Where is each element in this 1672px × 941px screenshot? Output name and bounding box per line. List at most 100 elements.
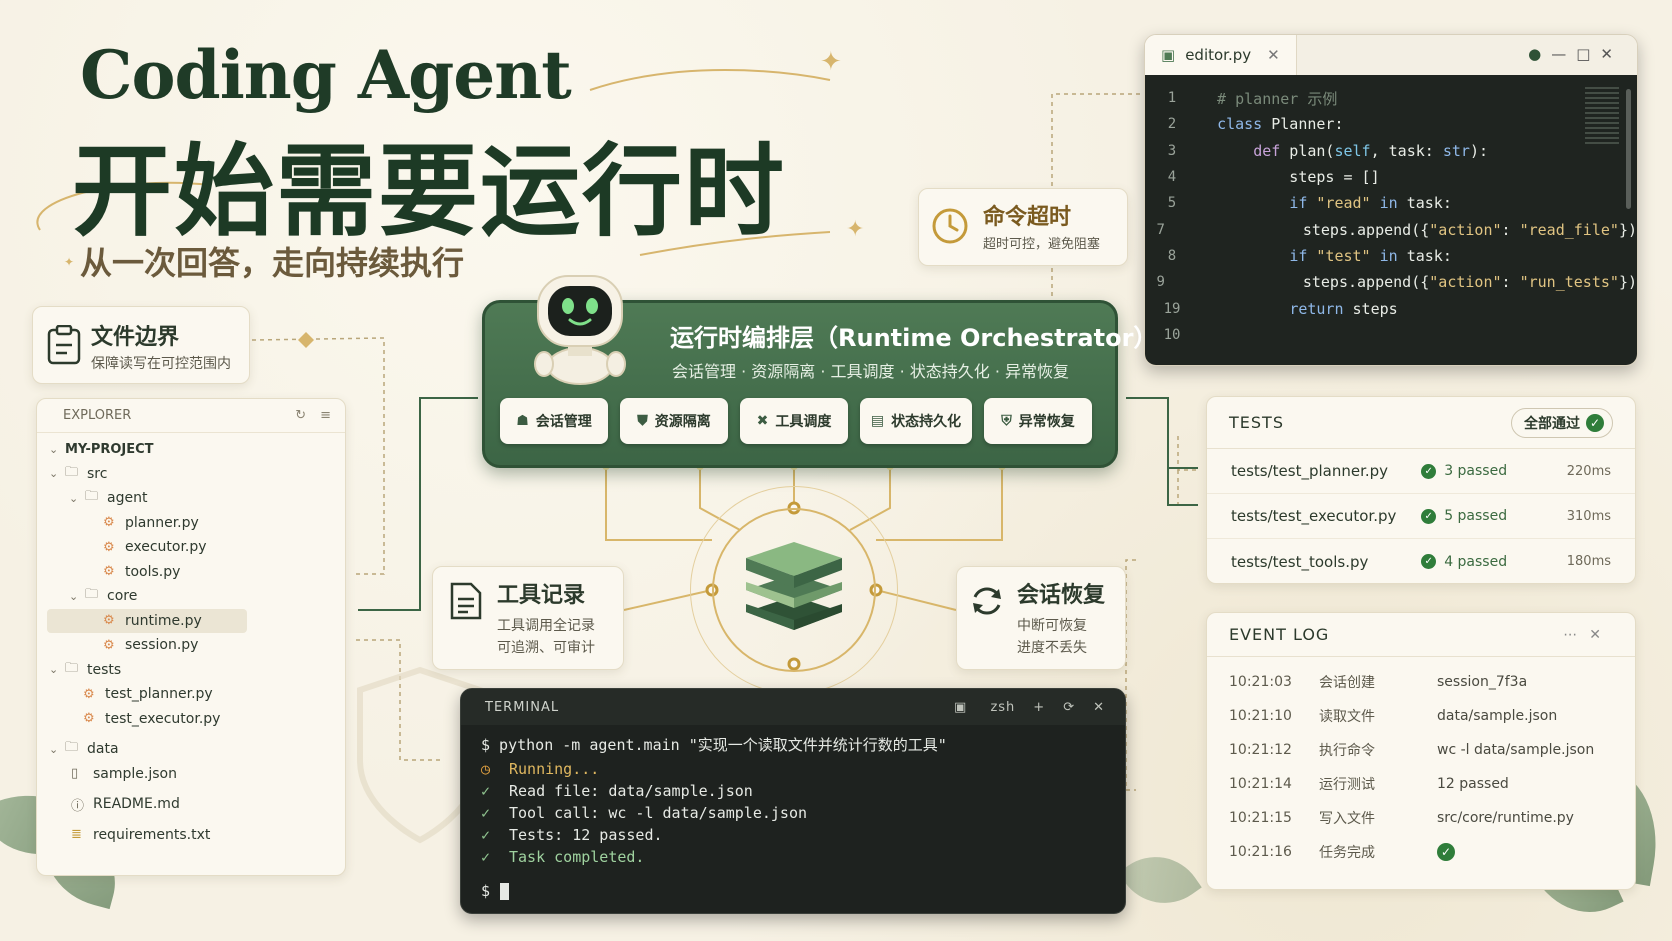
tree-item-data[interactable]: ⌄ 🗀 data: [47, 737, 339, 762]
event-action: 会话创建: [1319, 675, 1375, 691]
tool-record-subtitle-1: 工具调用全记录: [497, 618, 595, 634]
project-name: MY-PROJECT: [65, 441, 154, 457]
tree-item-executor-py[interactable]: ⚙ executor.py: [47, 535, 339, 560]
chevron-down-icon: ⌄: [69, 491, 79, 505]
close-icon[interactable]: ✕: [1589, 627, 1613, 643]
tree-item-tools-py[interactable]: ⚙ tools.py: [47, 560, 339, 585]
tree-item-sample-json[interactable]: ▯ sample.json: [47, 762, 339, 787]
tree-item-session-py[interactable]: ⚙ session.py: [47, 633, 339, 658]
file-icon: ▣: [1161, 46, 1176, 64]
tree-item-label: src: [87, 465, 108, 482]
code-line: 4 steps = []: [1145, 164, 1637, 190]
event-action: 读取文件: [1319, 709, 1375, 725]
session-recovery-card: 会话恢复 中断可恢复 进度不丢失: [956, 566, 1126, 670]
tree-item-core[interactable]: ⌄ 🗀 core: [47, 584, 339, 609]
explorer-project-root[interactable]: ⌄ MY-PROJECT: [47, 437, 339, 462]
tests-header: TESTS 全部通过 ✓: [1207, 397, 1635, 449]
code-line: 9 steps.append({"action": "run_tests"}): [1145, 269, 1637, 295]
line-number: 19: [1163, 300, 1181, 317]
event-log-panel: EVENT LOG ⋯✕ 10:21:03 会话创建 session_7f3a 10…: [1206, 612, 1636, 890]
terminal-command: $ python -m agent.main "实现一个读取文件并统计行数的工具…: [481, 735, 947, 754]
clock-icon: [931, 207, 969, 249]
maximize-icon[interactable]: □: [1576, 45, 1600, 63]
line-number: 7: [1156, 221, 1165, 238]
more-options-icon[interactable]: ⋯: [1563, 627, 1589, 643]
tree-item-label: sample.json: [93, 765, 177, 782]
tree-item-agent[interactable]: ⌄ 🗀 agent: [47, 486, 339, 511]
refresh-icon[interactable]: ↻: [295, 408, 306, 423]
tree-item-src[interactable]: ⌄ 🗀 src: [47, 462, 339, 487]
tree-item-test-planner-py[interactable]: ⚙ test_planner.py: [47, 682, 339, 707]
tool-record-subtitle-2: 可追溯、可审计: [497, 640, 595, 656]
test-duration: 180ms: [1566, 554, 1611, 569]
code-line: 10: [1145, 322, 1637, 348]
code-line: 7 steps.append({"action": "read_file"}): [1145, 216, 1637, 242]
tree-item-runtime-py[interactable]: ⚙ runtime.py: [47, 608, 247, 633]
minimize-icon[interactable]: —: [1551, 45, 1576, 63]
session-management-button[interactable]: ☗ 会话管理: [500, 398, 608, 444]
add-terminal-icon[interactable]: +: [1033, 700, 1045, 715]
editor-code-area[interactable]: 1 # planner 示例 2 class Planner: 3 def pl…: [1145, 75, 1637, 365]
test-row[interactable]: tests/test_tools.py ✓ 4 passed 180ms: [1207, 539, 1635, 584]
event-target: src/core/runtime.py: [1437, 810, 1574, 826]
tree-item-readme-md[interactable]: ⓘ README.md: [47, 792, 339, 817]
event-action: 任务完成: [1319, 845, 1375, 861]
folder-icon: 🗀: [65, 660, 79, 676]
editor-minimap[interactable]: [1585, 87, 1619, 147]
collapse-all-icon[interactable]: ≡: [320, 408, 331, 423]
recovery-icon: ⛨: [1001, 413, 1012, 429]
terminal-line: ✓ Tests: 12 passed.: [481, 824, 1105, 846]
tool-scheduling-button[interactable]: ✖ 工具调度: [740, 398, 848, 444]
resource-isolation-button[interactable]: ⛊ 资源隔离: [620, 398, 728, 444]
orchestrator-title: 运行时编排层（Runtime Orchestrator）: [670, 324, 1158, 352]
text-cursor: [500, 882, 510, 900]
shell-selector[interactable]: ▣ zsh: [954, 700, 1015, 715]
line-number: 1: [1167, 90, 1177, 107]
test-duration: 220ms: [1566, 463, 1611, 479]
session-recovery-subtitle-1: 中断可恢复: [1017, 618, 1087, 634]
explorer-title: EXPLORER: [63, 408, 132, 423]
terminal-panel: TERMINAL ▣ zsh + ⟳ ✕ $ python -m agent.main…: [460, 688, 1126, 914]
editor-tab[interactable]: ▣ editor.py ✕: [1145, 35, 1297, 75]
sync-icon: [969, 583, 1005, 623]
close-tab-icon[interactable]: ✕: [1267, 46, 1280, 64]
tree-item-label: README.md: [93, 796, 180, 813]
tree-item-tests[interactable]: ⌄ 🗀 tests: [47, 658, 339, 683]
code-line: 5 if "read" in task:: [1145, 190, 1637, 216]
event-time: 10:21:10: [1229, 708, 1292, 724]
check-icon: ✓: [481, 782, 491, 800]
tree-item-label: test_planner.py: [105, 686, 213, 703]
close-window-icon[interactable]: ✕: [1600, 45, 1623, 63]
tree-item-test-executor-py[interactable]: ⚙ test_executor.py: [47, 707, 339, 732]
python-file-icon: ⚙: [103, 539, 115, 555]
test-row[interactable]: tests/test_executor.py ✓ 5 passed 310ms: [1207, 494, 1635, 539]
terminal-header: TERMINAL ▣ zsh + ⟳ ✕: [461, 689, 1125, 725]
test-file: tests/test_planner.py: [1231, 462, 1389, 480]
event-action: 运行测试: [1319, 777, 1375, 793]
window-controls: ●—□✕: [1528, 45, 1623, 63]
code-line: 3 def plan(self, task: str):: [1145, 138, 1637, 164]
tree-item-planner-py[interactable]: ⚙ planner.py: [47, 511, 339, 536]
button-label: 会话管理: [535, 414, 592, 430]
tree-item-label: tools.py: [125, 563, 181, 580]
tree-item-label: requirements.txt: [93, 826, 211, 843]
tree-item-requirements-txt[interactable]: ≣ requirements.txt: [47, 823, 339, 848]
check-icon: ✓: [481, 804, 491, 822]
test-row[interactable]: tests/test_planner.py ✓ 3 passed 220ms: [1207, 449, 1635, 494]
editor-scrollbar[interactable]: [1626, 89, 1631, 209]
svg-text:✦: ✦: [64, 255, 74, 269]
state-persistence-button[interactable]: ▤ 状态持久化: [860, 398, 972, 444]
event-action: 写入文件: [1319, 811, 1375, 827]
terminal-prompt[interactable]: $: [481, 880, 1105, 902]
hero-title-zh: 开始需要运行时: [72, 132, 786, 250]
test-status: 3 passed: [1444, 463, 1508, 479]
terminal-output[interactable]: $ python -m agent.main "实现一个读取文件并统计行数的工具…: [461, 725, 1125, 910]
editor-tab-bar: ▣ editor.py ✕ ●—□✕: [1145, 35, 1637, 75]
exception-recovery-button[interactable]: ⛨ 异常恢复: [984, 398, 1092, 444]
decorative-leaf: [1118, 838, 1202, 922]
close-terminal-icon[interactable]: ✕: [1093, 700, 1105, 715]
event-log-title: EVENT LOG: [1229, 625, 1330, 644]
split-terminal-icon[interactable]: ⟳: [1063, 700, 1075, 715]
line-number: 2: [1167, 116, 1177, 133]
tree-item-label: data: [87, 741, 119, 758]
